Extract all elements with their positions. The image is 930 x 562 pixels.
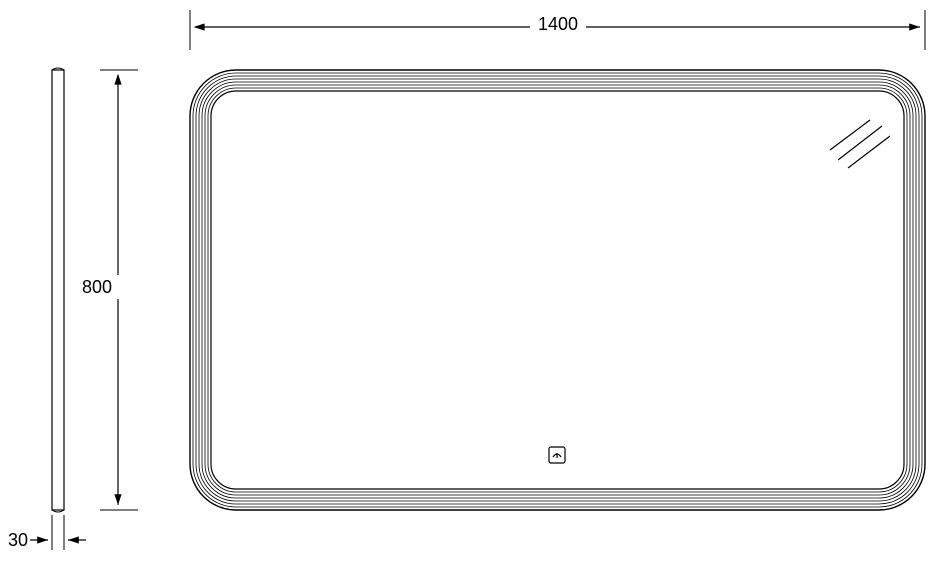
mirror-front [190, 70, 925, 510]
technical-drawing: 1400 800 30 [0, 0, 930, 562]
side-profile [52, 68, 64, 512]
dimension-height: 800 [75, 70, 138, 510]
dimension-depth-label: 30 [8, 530, 28, 550]
dimension-width-label: 1400 [538, 14, 578, 34]
dimension-depth: 30 [8, 515, 86, 550]
dimension-height-label: 800 [82, 277, 112, 297]
sensor-button-icon [549, 447, 565, 463]
dimension-width: 1400 [190, 10, 925, 50]
reflection-mark-icon [830, 120, 890, 168]
